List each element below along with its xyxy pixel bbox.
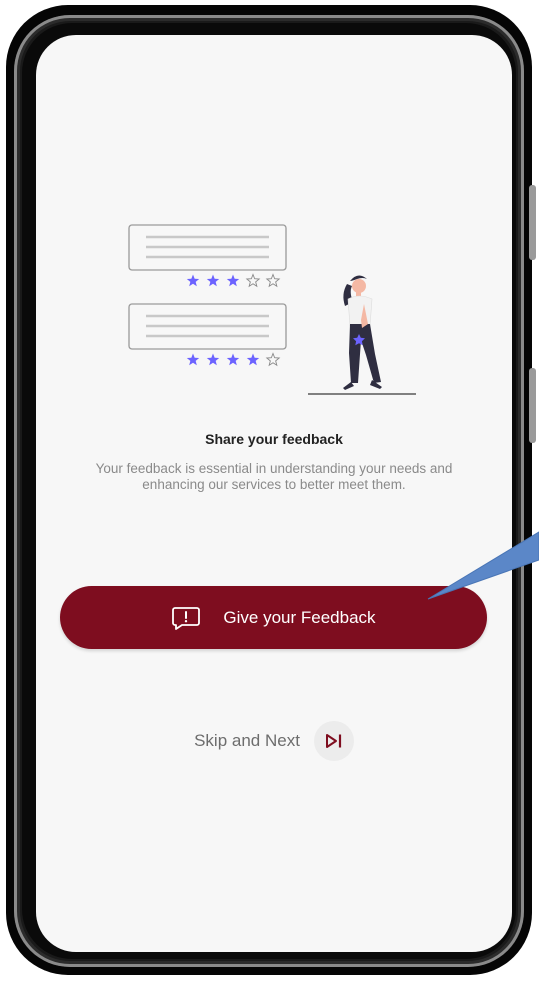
person-figure [343, 275, 382, 390]
skip-and-next-button[interactable]: Skip and Next [36, 721, 512, 761]
skip-and-next-label: Skip and Next [194, 731, 300, 750]
rating-star-1-3 [226, 274, 240, 287]
feedback-illustration [128, 224, 416, 395]
rating-star-2-4 [246, 353, 260, 366]
skip-next-icon[interactable] [313, 721, 354, 761]
rating-star-1-5 [265, 273, 281, 288]
rating-stars-2 [186, 352, 281, 367]
rating-stars-1 [186, 273, 281, 288]
give-feedback-label: Give your Feedback [223, 607, 376, 627]
rating-star-1-1 [186, 274, 200, 287]
feedback-screen: Share your feedback Your feedback is ess… [36, 35, 512, 952]
page-title: Share your feedback [205, 431, 343, 447]
rating-star-2-5 [265, 352, 281, 367]
rating-star-2-1 [186, 353, 200, 366]
rating-star-1-2 [206, 274, 220, 287]
give-feedback-button[interactable]: Give your Feedback [60, 586, 487, 649]
rating-star-1-4 [245, 273, 261, 288]
page-description: Your feedback is essential in understand… [95, 461, 453, 492]
rating-star-2-3 [226, 353, 240, 366]
power-button [529, 368, 536, 443]
rating-star-2-2 [206, 353, 220, 366]
message-alert-icon [171, 606, 201, 630]
volume-button [529, 185, 536, 260]
canvas: Share your feedback Your feedback is ess… [0, 0, 539, 981]
